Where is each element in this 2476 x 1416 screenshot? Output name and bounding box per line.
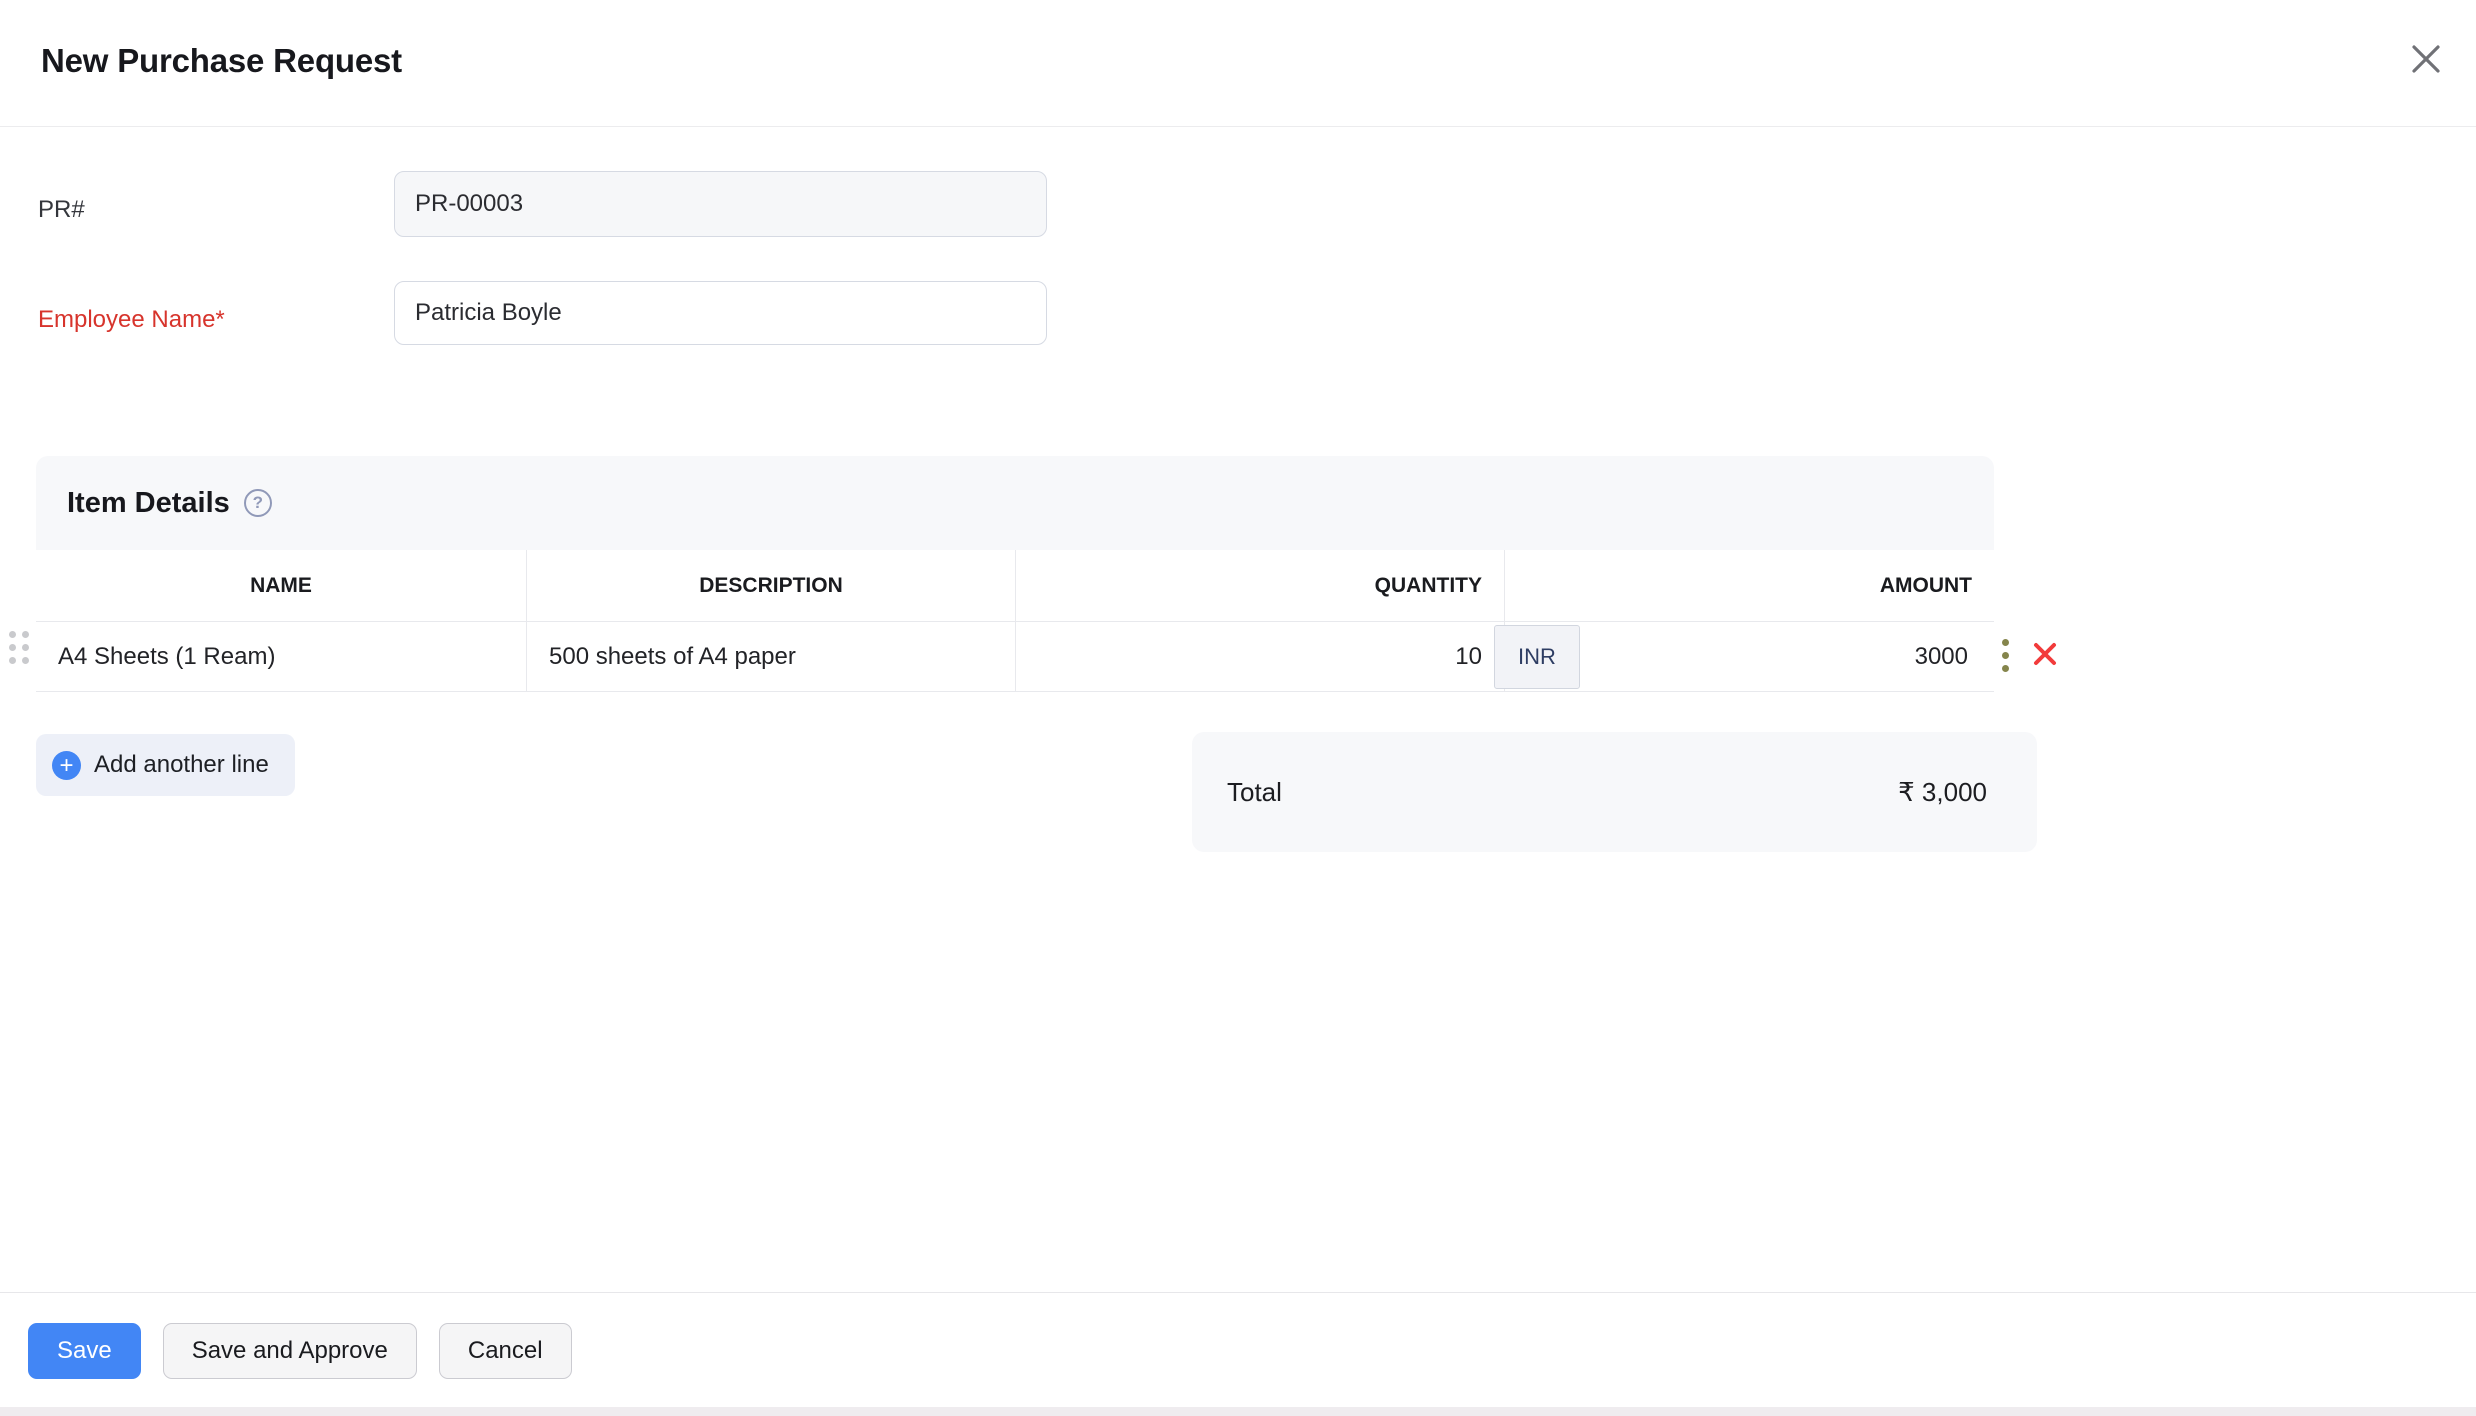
cancel-button[interactable]: Cancel [438, 1322, 572, 1379]
table-header-row: NAME DESCRIPTION QUANTITY AMOUNT [36, 550, 1994, 622]
save-and-approve-button[interactable]: Save and Approve [162, 1322, 417, 1379]
row-controls [2002, 620, 2059, 690]
help-icon[interactable]: ? [243, 489, 272, 517]
add-icon: + [52, 750, 81, 780]
pr-number-label: PR# [38, 196, 85, 223]
employee-name-input[interactable] [394, 281, 1047, 345]
total-summary: Total ₹ 3,000 [1192, 732, 2037, 852]
column-header-name: NAME [250, 573, 312, 597]
column-header-quantity: QUANTITY [1015, 550, 1504, 621]
delete-row-icon [2031, 640, 2059, 671]
item-quantity-cell[interactable]: 10 [1015, 622, 1504, 691]
item-amount-cell: INR 3000 [1494, 622, 1994, 691]
modal-header: New Purchase Request [0, 0, 2476, 127]
footer-action-bar: Save Save and Approve Cancel [0, 1292, 2476, 1408]
line-items-table: NAME DESCRIPTION QUANTITY AMOUNT A4 Shee… [36, 550, 1994, 692]
pr-number-input[interactable] [394, 171, 1047, 237]
add-another-line-button[interactable]: + Add another line [36, 734, 295, 796]
total-value: ₹ 3,000 [1898, 776, 1987, 807]
item-name-cell[interactable]: A4 Sheets (1 Ream) [36, 622, 526, 691]
employee-name-label: Employee Name* [38, 306, 225, 333]
page-title: New Purchase Request [41, 42, 402, 79]
purchase-request-modal: New Purchase Request PR# Employee Name* … [0, 0, 2476, 1416]
total-label: Total [1227, 776, 1282, 807]
item-details-title: Item Details [67, 486, 230, 519]
page-bottom-strip [0, 1407, 2476, 1416]
delete-row-button[interactable] [2031, 640, 2059, 671]
add-another-line-label: Add another line [94, 751, 269, 778]
close-button[interactable] [2402, 36, 2450, 84]
close-icon [2407, 40, 2445, 81]
row-menu-button[interactable] [2002, 638, 2009, 672]
table-row: A4 Sheets (1 Ream) 500 sheets of A4 pape… [36, 622, 1994, 692]
item-details-panel: Item Details ? NAME DESCRIPTION QUANTITY… [36, 456, 1994, 692]
currency-selector[interactable]: INR [1494, 624, 1580, 689]
drag-handle-icon[interactable] [9, 631, 33, 664]
row-menu-icon [2002, 638, 2009, 646]
item-details-header: Item Details ? [36, 456, 1994, 550]
item-description-cell[interactable]: 500 sheets of A4 paper [526, 622, 1015, 691]
save-button[interactable]: Save [28, 1322, 141, 1379]
column-header-description: DESCRIPTION [526, 550, 1015, 621]
column-header-amount: AMOUNT [1504, 550, 1994, 621]
item-amount-value[interactable]: 3000 [1915, 643, 1968, 671]
